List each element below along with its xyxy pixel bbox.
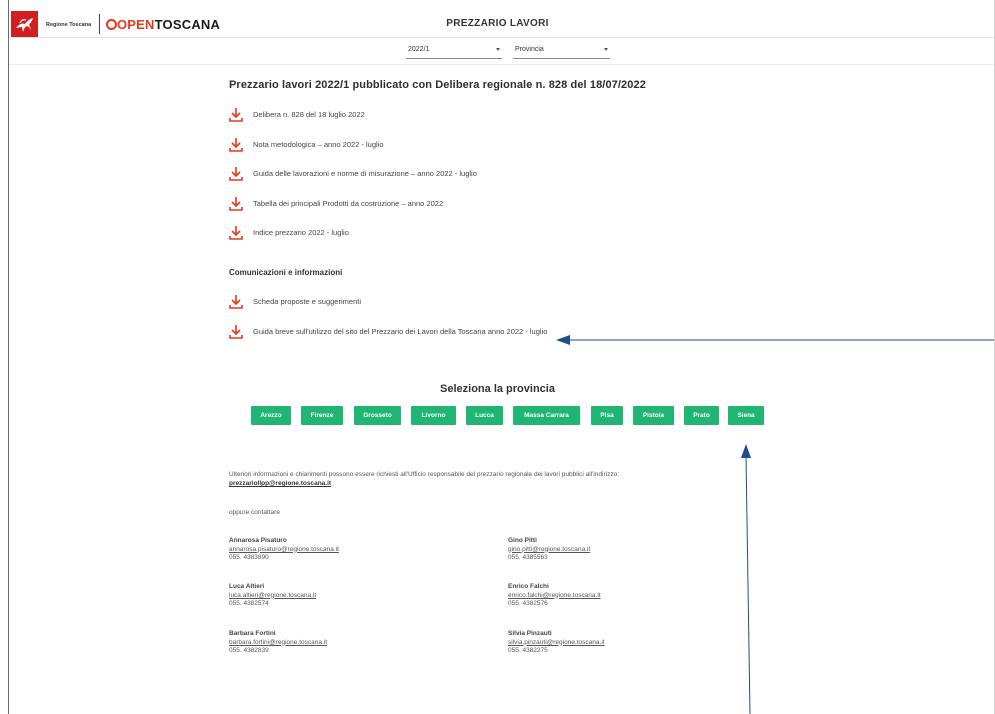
or-contact-text: oppure contattare [229, 509, 280, 516]
contact-card: Enrico Falchi enrico.falchi@regione.tosc… [508, 583, 601, 609]
info-paragraph: Ulteriori informazioni e chiarimenti pos… [229, 470, 749, 488]
contact-card: Gino Pitti gino.pitti@regione.toscana.it… [508, 537, 590, 563]
download-icon [229, 167, 243, 181]
download-icon [229, 226, 243, 240]
province-button-siena[interactable]: Siena [728, 406, 764, 425]
province-button-prato[interactable]: Prato [684, 406, 719, 425]
chevron-down-icon [604, 48, 608, 51]
contact-phone: 055. 4382839 [229, 647, 269, 654]
contact-email-link[interactable]: barbara.fortini@regione.toscana.it [229, 639, 327, 648]
info-email-link[interactable]: prezzariollpp@regione.toscana.it [229, 480, 331, 487]
contact-card: Luca Altieri luca.altieri@regione.toscan… [229, 583, 316, 609]
contact-name: Gino Pitti [508, 537, 537, 544]
download-icon [229, 197, 243, 211]
province-button-livorno[interactable]: Livorno [411, 406, 456, 425]
province-button-lucca[interactable]: Lucca [466, 406, 503, 425]
province-section-title: Seleziona la provincia [440, 383, 555, 395]
info-text: Ulteriori informazioni e chiarimenti pos… [229, 471, 620, 478]
year-select[interactable]: 2022/1 [406, 43, 502, 59]
document-link-label: Nota metodologica – anno 2022 - luglio [253, 140, 384, 149]
contact-email-link[interactable]: luca.altieri@regione.toscana.it [229, 592, 316, 601]
document-link-label: Tabella dei principali Prodotti da costr… [253, 199, 444, 208]
annotation-arrows [556, 335, 994, 714]
document-link-label: Delibera n. 828 del 18 luglio 2022 [253, 110, 365, 119]
communication-link-label: Guida breve sull'utilizzo del sito del P… [253, 327, 548, 336]
province-button-arezzo[interactable]: Arezzo [251, 406, 291, 425]
contact-name: Annarosa Pisaturo [229, 537, 287, 544]
contact-phone: 055. 4382576 [508, 600, 548, 607]
communications-title: Comunicazioni e informazioni [229, 268, 343, 277]
page-title: Prezzario lavori 2022/1 pubblicato con D… [229, 79, 646, 91]
contact-card: Silvia Pinzauti silvia.pinzauti@regione.… [508, 630, 605, 656]
contact-phone: 055. 4385563 [508, 554, 548, 561]
download-icon [229, 325, 243, 339]
left-border [8, 0, 9, 714]
document-link-label: Indice prezzario 2022 - luglio [253, 228, 349, 237]
province-button-pistoia[interactable]: Pistoia [633, 406, 674, 425]
contact-phone: 055. 4382574 [229, 600, 269, 607]
contact-name: Silvia Pinzauti [508, 630, 552, 637]
contact-email-link[interactable]: silvia.pinzauti@regione.toscana.it [508, 639, 605, 648]
document-link-label: Guida delle lavorazioni e norme di misur… [253, 169, 477, 178]
province-select[interactable]: Provincia [513, 43, 610, 59]
download-icon [229, 138, 243, 152]
contact-phone: 055. 4383890 [229, 554, 269, 561]
annotation-arrow-head [556, 335, 570, 345]
annotation-arrow-head [741, 444, 751, 458]
chevron-down-icon [496, 48, 500, 51]
province-button-pisa[interactable]: Pisa [591, 406, 623, 425]
province-button-massa-carrara[interactable]: Massa Carrara [513, 406, 580, 425]
app-title: PREZZARIO LAVORI [446, 18, 549, 29]
contact-name: Enrico Falchi [508, 583, 549, 590]
download-icon [229, 108, 243, 122]
province-select-value: Provincia [515, 46, 544, 53]
header-divider [9, 37, 994, 38]
contact-email-link[interactable]: annarosa.pisaturo@regione.toscana.it [229, 546, 339, 555]
contact-name: Luca Altieri [229, 583, 265, 590]
province-button-grosseto[interactable]: Grosseto [354, 406, 401, 425]
contact-email-link[interactable]: gino.pitti@regione.toscana.it [508, 546, 590, 555]
province-button-firenze[interactable]: Firenze [301, 406, 343, 425]
contact-phone: 055. 4382275 [508, 647, 548, 654]
contact-card: Barbara Fortini barbara.fortini@regione.… [229, 630, 327, 656]
communication-link-label: Scheda proposte e suggerimenti [253, 297, 361, 306]
contact-name: Barbara Fortini [229, 630, 276, 637]
filter-divider [9, 64, 994, 65]
year-select-value: 2022/1 [408, 46, 430, 53]
contact-card: Annarosa Pisaturo annarosa.pisaturo@regi… [229, 537, 339, 563]
contact-email-link[interactable]: enrico.falchi@regione.toscana.it [508, 592, 601, 601]
annotation-arrow-line [745, 455, 751, 714]
download-icon [229, 295, 243, 309]
